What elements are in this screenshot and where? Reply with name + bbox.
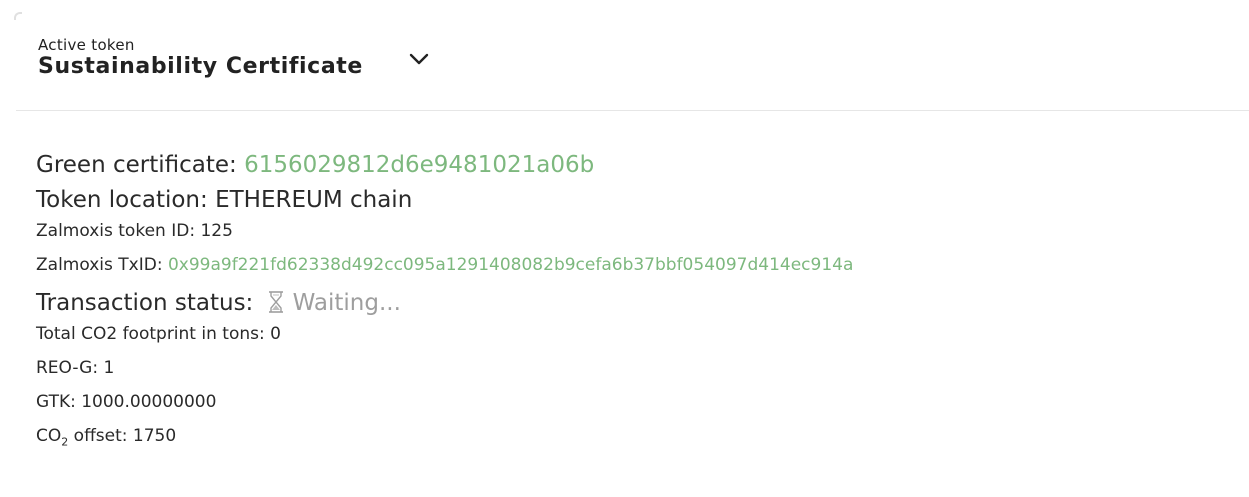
txid-label: Zalmoxis TxID: [36,255,168,275]
hourglass-icon [268,291,283,313]
co2-footprint-label: Total CO2 footprint in tons: [36,324,271,344]
reo-g-value: 1 [103,358,115,378]
gtk-row: GTK: 1000.00000000 [36,391,1236,413]
transaction-status-value: Waiting... [292,290,401,316]
token-location-label: Token location: [36,187,216,213]
transaction-status-label: Transaction status: [36,290,261,316]
txid-row: Zalmoxis TxID: 0x99a9f221fd62338d492cc09… [36,254,1236,276]
txid-link[interactable]: 0x99a9f221fd62338d492cc095a1291408082b9c… [168,255,853,275]
header-divider [16,110,1249,111]
green-certificate-link[interactable]: 6156029812d6e9481021a06b [244,152,594,178]
reo-g-label: REO-G: [36,358,104,378]
co2-footprint-row: Total CO2 footprint in tons: 0 [36,323,1236,345]
active-token-name: Sustainability Certificate [38,54,363,79]
co2-offset-label-suffix: offset: [68,426,133,446]
active-token-selector[interactable]: Active token Sustainability Certificate [38,36,429,80]
green-certificate-label: Green certificate: [36,152,245,178]
co2-offset-value: 1750 [132,426,177,446]
token-id-row: Zalmoxis token ID: 125 [36,220,1236,242]
co2-offset-label-prefix: CO [36,426,62,446]
reo-g-row: REO-G: 1 [36,357,1236,379]
co2-offset-row: CO2 offset: 1750 [36,425,1236,453]
token-id-value: 125 [200,221,233,241]
co2-footprint-value: 0 [270,324,281,344]
gtk-label: GTK: [36,392,82,412]
token-location-row: Token location: ETHEREUM chain [36,185,1236,215]
green-certificate-row: Green certificate: 6156029812d6e9481021a… [36,150,1236,180]
chevron-down-icon[interactable] [408,51,430,67]
token-header: Active token Sustainability Certificate [0,0,1249,110]
token-location-value: ETHEREUM chain [215,187,413,213]
token-id-label: Zalmoxis token ID: [36,221,201,241]
active-token-label: Active token [38,36,135,54]
transaction-status-row: Transaction status: Waiting... [36,288,1236,318]
token-details: Green certificate: 6156029812d6e9481021a… [36,150,1236,465]
corner-decoration [14,12,22,20]
gtk-value: 1000.00000000 [81,392,217,412]
